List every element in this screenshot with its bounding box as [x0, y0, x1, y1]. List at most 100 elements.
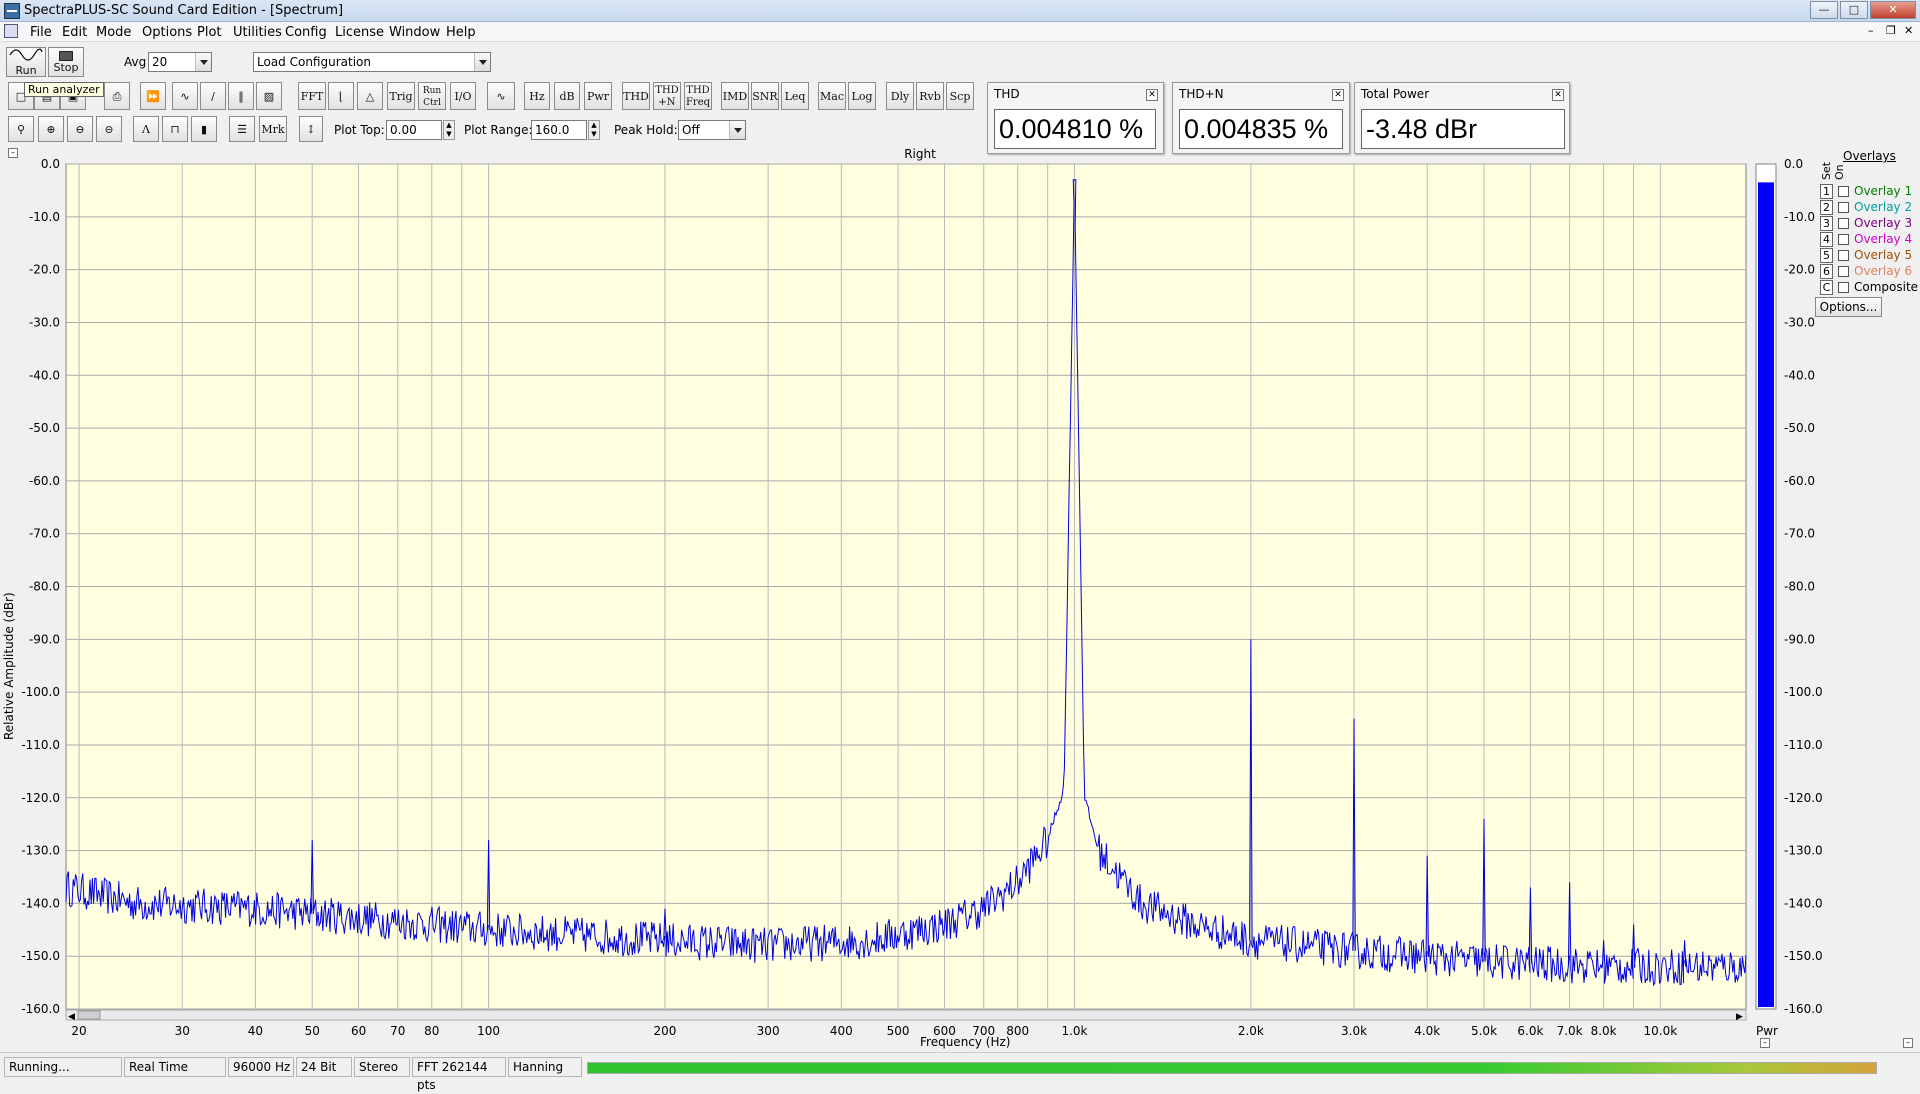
overlay-name: Composite — [1854, 280, 1919, 294]
overlay-name: Overlay 6 — [1854, 264, 1913, 278]
y-tick-label: -160.0 — [21, 1002, 60, 1016]
power-tick-label: -110.0 — [1784, 738, 1823, 752]
overlay-checkbox[interactable] — [1838, 266, 1849, 277]
x-tick-label: 600 — [933, 1024, 956, 1038]
power-tick-label: -30.0 — [1784, 315, 1815, 329]
status-bit-depth: 24 Bit — [296, 1057, 352, 1077]
power-tick-label: -130.0 — [1784, 844, 1823, 858]
overlays-title[interactable]: Overlays — [1843, 149, 1896, 163]
x-tick-label: 20 — [71, 1024, 86, 1038]
x-tick-label: 700 — [972, 1024, 995, 1038]
x-tick-label: 2.0k — [1238, 1024, 1264, 1038]
x-tick-label: 50 — [305, 1024, 320, 1038]
x-tick-label: 6.0k — [1517, 1024, 1543, 1038]
power-bar — [1755, 163, 1777, 1010]
power-tick-label: -100.0 — [1784, 685, 1823, 699]
y-tick-label: -130.0 — [21, 844, 60, 858]
y-tick-label: -80.0 — [29, 580, 60, 594]
x-tick-label: 7.0k — [1557, 1024, 1583, 1038]
x-tick-label: 800 — [1006, 1024, 1029, 1038]
y-tick-label: -110.0 — [21, 738, 60, 752]
y-tick-label: 0.0 — [41, 157, 60, 171]
overlay-name: Overlay 3 — [1854, 216, 1913, 230]
scrollbar-thumb[interactable] — [77, 1010, 101, 1020]
x-tick-label: 60 — [351, 1024, 366, 1038]
x-tick-label: 70 — [390, 1024, 405, 1038]
status-bar: Running... Real Time 96000 Hz 24 Bit Ste… — [0, 1052, 1920, 1092]
overlay-checkbox[interactable] — [1838, 282, 1849, 293]
overlay-set-button[interactable]: 1 — [1820, 184, 1833, 199]
x-tick-label: 4.0k — [1414, 1024, 1440, 1038]
on-header: On — [1833, 164, 1846, 180]
power-tick-label: -80.0 — [1784, 580, 1815, 594]
y-tick-label: -60.0 — [29, 474, 60, 488]
power-tick-label: -120.0 — [1784, 791, 1823, 805]
overlay-set-button[interactable]: C — [1820, 280, 1833, 295]
power-tick-label: -60.0 — [1784, 474, 1815, 488]
power-tick-label: -140.0 — [1784, 896, 1823, 910]
set-header: Set — [1820, 161, 1833, 180]
overlay-set-button[interactable]: 3 — [1820, 216, 1833, 231]
x-tick-label: 40 — [248, 1024, 263, 1038]
status-mode: Real Time — [124, 1057, 226, 1077]
overlay-set-button[interactable]: 6 — [1820, 264, 1833, 279]
x-tick-label: 400 — [830, 1024, 853, 1038]
y-tick-label: -40.0 — [29, 368, 60, 382]
overlay-checkbox[interactable] — [1838, 234, 1849, 245]
x-tick-label: 5.0k — [1471, 1024, 1497, 1038]
overlay-set-button[interactable]: 4 — [1820, 232, 1833, 247]
power-tick-label: -70.0 — [1784, 527, 1815, 541]
power-tick-label: -50.0 — [1784, 421, 1815, 435]
x-tick-label: 10.0k — [1644, 1024, 1678, 1038]
level-meter — [587, 1062, 1877, 1074]
spectrum-plot[interactable]: 0.0 -10.0 -20.0 -30.0 -40.0 -50.0 -60.0 -70.0 -8… — [0, 0, 1920, 1052]
y-tick-label: -120.0 — [21, 791, 60, 805]
power-tick-label: -20.0 — [1784, 263, 1815, 277]
x-tick-label: 1.0k — [1061, 1024, 1087, 1038]
horizontal-scrollbar[interactable] — [65, 1009, 1747, 1021]
power-tick-label: -10.0 — [1784, 210, 1815, 224]
x-tick-label: 100 — [477, 1024, 500, 1038]
collapse-overlays-icon[interactable]: – — [1903, 1038, 1913, 1048]
x-tick-label: 300 — [757, 1024, 780, 1038]
x-tick-label: 3.0k — [1341, 1024, 1367, 1038]
y-tick-label: -150.0 — [21, 949, 60, 963]
status-state: Running... — [4, 1057, 122, 1077]
y-tick-label: -140.0 — [21, 896, 60, 910]
y-tick-label: -30.0 — [29, 315, 60, 329]
status-fft-size: FFT 262144 pts — [412, 1057, 506, 1092]
status-window: Hanning — [508, 1057, 582, 1077]
scroll-left-icon[interactable]: ◀ — [68, 1012, 75, 1022]
power-tick-label: -90.0 — [1784, 632, 1815, 646]
status-channels: Stereo — [354, 1057, 410, 1077]
overlay-set-button[interactable]: 5 — [1820, 248, 1833, 263]
power-tick-label: -40.0 — [1784, 368, 1815, 382]
x-tick-label: 30 — [175, 1024, 190, 1038]
y-tick-label: -100.0 — [21, 685, 60, 699]
x-tick-label: 200 — [654, 1024, 677, 1038]
y-tick-label: -20.0 — [29, 263, 60, 277]
overlay-checkbox[interactable] — [1838, 186, 1849, 197]
overlay-name: Overlay 5 — [1854, 248, 1913, 262]
overlay-checkbox[interactable] — [1838, 250, 1849, 261]
overlay-name: Overlay 2 — [1854, 200, 1913, 214]
scroll-right-icon[interactable]: ▶ — [1736, 1012, 1743, 1022]
power-tick-label: -150.0 — [1784, 949, 1823, 963]
x-tick-label: 500 — [887, 1024, 910, 1038]
status-sample-rate: 96000 Hz — [228, 1057, 294, 1077]
overlay-checkbox[interactable] — [1838, 202, 1849, 213]
y-tick-label: -50.0 — [29, 421, 60, 435]
overlay-set-button[interactable]: 2 — [1820, 200, 1833, 215]
x-tick-label: 80 — [424, 1024, 439, 1038]
overlay-checkbox[interactable] — [1838, 218, 1849, 229]
power-bar-fill — [1758, 182, 1774, 1007]
overlay-name: Overlay 1 — [1854, 184, 1913, 198]
power-tick-label: -160.0 — [1784, 1002, 1823, 1016]
y-tick-label: -10.0 — [29, 210, 60, 224]
y-tick-label: -90.0 — [29, 632, 60, 646]
overlay-options-button[interactable]: Options... — [1815, 297, 1882, 317]
right-tick-labels: 0.0 -10.0 -20.0 -30.0 -40.0 -50.0 -60.0 -70.0 -8… — [1784, 157, 1823, 1016]
overlay-name: Overlay 4 — [1854, 232, 1913, 246]
y-tick-label: -70.0 — [29, 527, 60, 541]
collapse-power-icon[interactable]: – — [1760, 1038, 1770, 1048]
